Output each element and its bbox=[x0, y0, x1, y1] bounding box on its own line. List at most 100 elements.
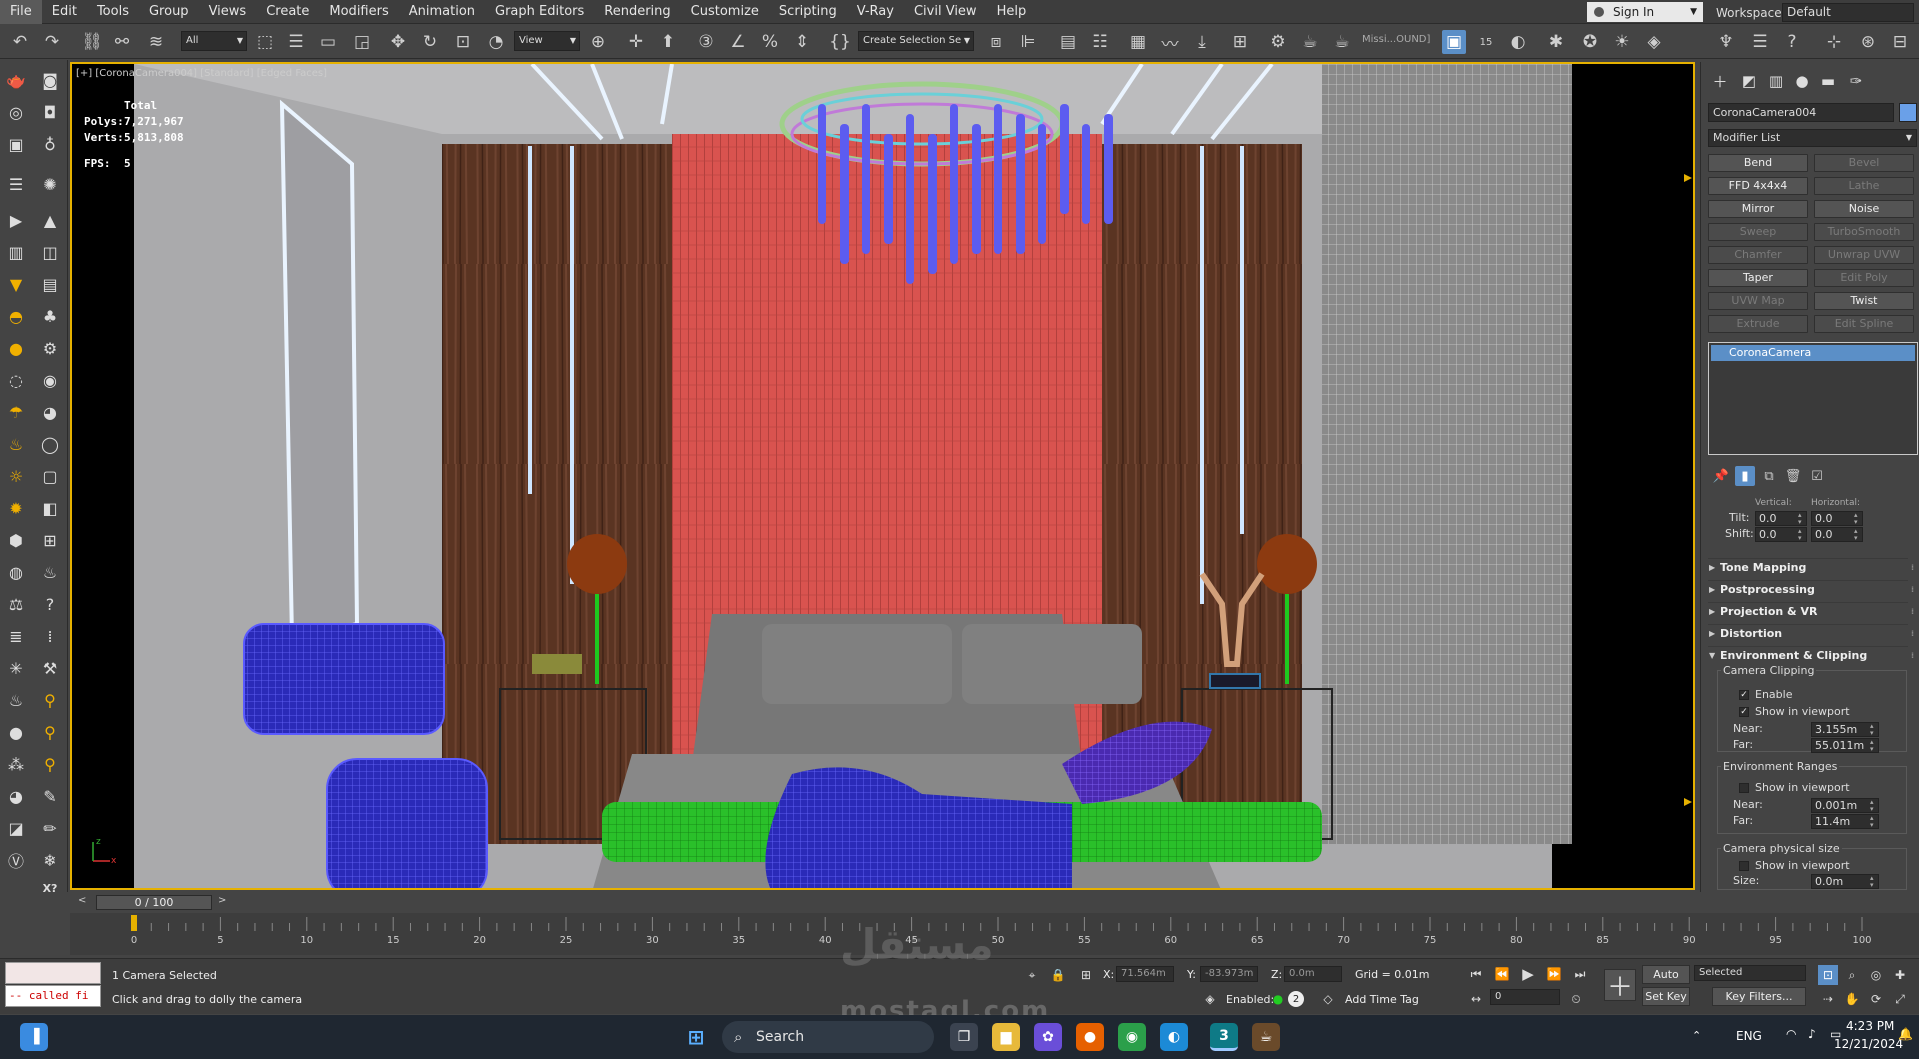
language-indicator[interactable]: ENG bbox=[1736, 1029, 1762, 1043]
modifier-button-lathe[interactable]: Lathe bbox=[1814, 177, 1914, 195]
selection-filter-dropdown[interactable]: All ▼ bbox=[181, 31, 247, 51]
modifier-stack[interactable]: CoronaCamera bbox=[1708, 342, 1918, 455]
hammer-icon[interactable]: ⚒ bbox=[38, 656, 62, 680]
chrome-icon[interactable]: ◉ bbox=[1118, 1023, 1146, 1051]
menu-tools[interactable]: Tools bbox=[87, 0, 139, 24]
color-palette-icon[interactable]: ◕ bbox=[4, 784, 28, 808]
light-lister-icon[interactable]: ☀ bbox=[1610, 30, 1634, 54]
bind-spacewarp-icon[interactable]: ≋ bbox=[144, 30, 168, 54]
clipping-enable-checkbox[interactable]: ✓ bbox=[1739, 690, 1749, 700]
menu-edit[interactable]: Edit bbox=[42, 0, 87, 24]
modifier-button-twist[interactable]: Twist bbox=[1814, 292, 1914, 310]
place-icon[interactable]: ◔ bbox=[484, 30, 508, 54]
teapot-icon[interactable]: 🫖 bbox=[4, 68, 28, 92]
tree-icon[interactable]: ♣ bbox=[38, 304, 62, 328]
sign-in-button[interactable]: Sign In ▼ bbox=[1587, 2, 1703, 22]
modifier-button-turbosmooth[interactable]: TurboSmooth bbox=[1814, 223, 1914, 241]
firefox-icon[interactable]: ● bbox=[1076, 1023, 1104, 1051]
goto-start-icon[interactable]: ⏮ bbox=[1466, 964, 1486, 984]
3ds-max-icon[interactable]: 3 bbox=[1210, 1023, 1238, 1051]
phys-show-checkbox[interactable] bbox=[1739, 861, 1749, 871]
key-mode-dropdown[interactable]: Selected bbox=[1694, 965, 1806, 981]
schematic-view-icon[interactable]: ⊞ bbox=[1228, 30, 1252, 54]
zoom-icon[interactable]: ⌕ bbox=[1842, 965, 1862, 985]
omni-light-icon[interactable]: ☂ bbox=[4, 400, 28, 424]
link-icon[interactable]: ⛓ bbox=[80, 30, 104, 54]
box-icon[interactable]: ▣ bbox=[4, 132, 28, 156]
render-history-icon[interactable]: ◐ bbox=[1506, 30, 1530, 54]
object-color-swatch[interactable] bbox=[1899, 103, 1917, 122]
menu-customize[interactable]: Customize bbox=[681, 0, 769, 24]
copilot-icon[interactable]: ✿ bbox=[1034, 1023, 1062, 1051]
keyboard-shortcut-icon[interactable]: ⬆ bbox=[656, 30, 680, 54]
show-end-result-icon[interactable]: ▮ bbox=[1735, 466, 1755, 486]
phys-size-spinner[interactable]: 0.0m bbox=[1811, 874, 1879, 889]
render-region-icon[interactable]: ◧ bbox=[38, 496, 62, 520]
xp-icon[interactable]: X? bbox=[38, 876, 62, 900]
workspace-dropdown[interactable]: Default bbox=[1782, 3, 1914, 22]
viewport-layout-icon[interactable]: ⊟ bbox=[1888, 30, 1912, 54]
prev-frame-icon[interactable]: ⏪ bbox=[1492, 964, 1512, 984]
unlink-icon[interactable]: ⚯ bbox=[110, 30, 134, 54]
modifier-button-taper[interactable]: Taper bbox=[1708, 269, 1808, 287]
rollout-environment-clipping[interactable]: ▼ Environment & Clipping ⁞ bbox=[1708, 646, 1914, 663]
modifier-button-mirror[interactable]: Mirror bbox=[1708, 200, 1808, 218]
x-coord-field[interactable]: 71.564m bbox=[1116, 966, 1174, 982]
torus-icon[interactable]: ◎ bbox=[4, 100, 28, 124]
grid-snap-icon[interactable]: ⊛ bbox=[1856, 30, 1880, 54]
list-icon[interactable]: ☰ bbox=[4, 172, 28, 196]
menu-views[interactable]: Views bbox=[199, 0, 257, 24]
menu-file[interactable]: File bbox=[0, 0, 42, 24]
modifier-button-edit-poly[interactable]: Edit Poly bbox=[1814, 269, 1914, 287]
taskbar-search[interactable]: ⌕ Search bbox=[722, 1021, 934, 1053]
scale-icon[interactable]: ⊡ bbox=[451, 30, 475, 54]
viewport-label[interactable]: [+] [CoronaCamera004] [Standard] [Edged … bbox=[76, 68, 327, 79]
rollout-postprocessing[interactable]: ▶ Postprocessing ⁞ bbox=[1708, 580, 1914, 597]
panels-icon[interactable]: ☰ bbox=[1748, 30, 1772, 54]
modifier-button-edit-spline[interactable]: Edit Spline bbox=[1814, 315, 1914, 333]
v-logo-icon[interactable]: Ⓥ bbox=[4, 848, 28, 872]
configure-sets-icon[interactable]: ☑ bbox=[1807, 466, 1827, 486]
sphere-icon[interactable]: ● bbox=[4, 720, 28, 744]
menu-modifiers[interactable]: Modifiers bbox=[319, 0, 398, 24]
cone-icon[interactable]: ▲ bbox=[38, 208, 62, 232]
video-camera-icon[interactable]: ▶ bbox=[4, 208, 28, 232]
z-coord-field[interactable]: 0.0m bbox=[1284, 966, 1342, 982]
modifier-button-noise[interactable]: Noise bbox=[1814, 200, 1914, 218]
maxscript-listener[interactable] bbox=[5, 962, 101, 984]
auto-key-button[interactable]: Auto Key bbox=[1642, 965, 1690, 998]
pencil-icon[interactable]: ✏ bbox=[38, 816, 62, 840]
sun-icon[interactable]: ✺ bbox=[38, 172, 62, 196]
probe-active-icon[interactable]: ⚲ bbox=[38, 688, 62, 712]
dome-light-icon[interactable]: ◓ bbox=[4, 304, 28, 328]
camera-viewport[interactable]: [+] [CoronaCamera004] [Standard] [Edged … bbox=[70, 62, 1695, 890]
modifier-list-dropdown[interactable]: Modifier List ▼ bbox=[1708, 129, 1917, 147]
render-small-icon[interactable]: ◪ bbox=[4, 816, 28, 840]
play-icon[interactable]: ▶ bbox=[1518, 964, 1538, 984]
teapot-small-icon[interactable]: ♨ bbox=[38, 560, 62, 584]
camera-create-icon[interactable]: ◙ bbox=[38, 68, 62, 92]
start-icon[interactable]: ⊞ bbox=[682, 1023, 710, 1051]
current-frame-marker[interactable] bbox=[131, 915, 137, 931]
zoom-extents-icon[interactable]: ⊡ bbox=[1818, 965, 1838, 985]
multi-sphere-icon[interactable]: ⁂ bbox=[4, 752, 28, 776]
sphere-light-icon[interactable]: ● bbox=[4, 336, 28, 360]
task-view-icon[interactable]: ❐ bbox=[950, 1023, 978, 1051]
modify-tab-icon[interactable]: ◩ bbox=[1738, 70, 1760, 92]
motion-tab-icon[interactable]: ● bbox=[1791, 70, 1813, 92]
spotlight-icon[interactable]: ▼ bbox=[4, 272, 28, 296]
modifier-button-sweep[interactable]: Sweep bbox=[1708, 223, 1808, 241]
corona-icon[interactable]: ✪ bbox=[1578, 30, 1602, 54]
menu-v-ray[interactable]: V-Ray bbox=[847, 0, 904, 24]
undo-icon[interactable]: ↶ bbox=[8, 30, 32, 54]
frame-icon[interactable]: ◫ bbox=[38, 240, 62, 264]
window-crossing-icon[interactable]: ◲ bbox=[350, 30, 374, 54]
modifier-button-unwrap-uvw[interactable]: Unwrap UVW bbox=[1814, 246, 1914, 264]
stack-item-coronacamera[interactable]: CoronaCamera bbox=[1711, 345, 1915, 361]
adaptive-degradation-icon[interactable]: ◈ bbox=[1200, 989, 1220, 1009]
dots-grid-icon[interactable]: ⁞ bbox=[38, 624, 62, 648]
rollout-projection-vr[interactable]: ▶ Projection & VR ⁞ bbox=[1708, 602, 1914, 619]
rotate-icon[interactable]: ↻ bbox=[418, 30, 442, 54]
light-bulb-icon[interactable]: ♁ bbox=[38, 132, 62, 156]
named-selection-dropdown[interactable]: Create Selection Se ▼ bbox=[858, 31, 974, 51]
